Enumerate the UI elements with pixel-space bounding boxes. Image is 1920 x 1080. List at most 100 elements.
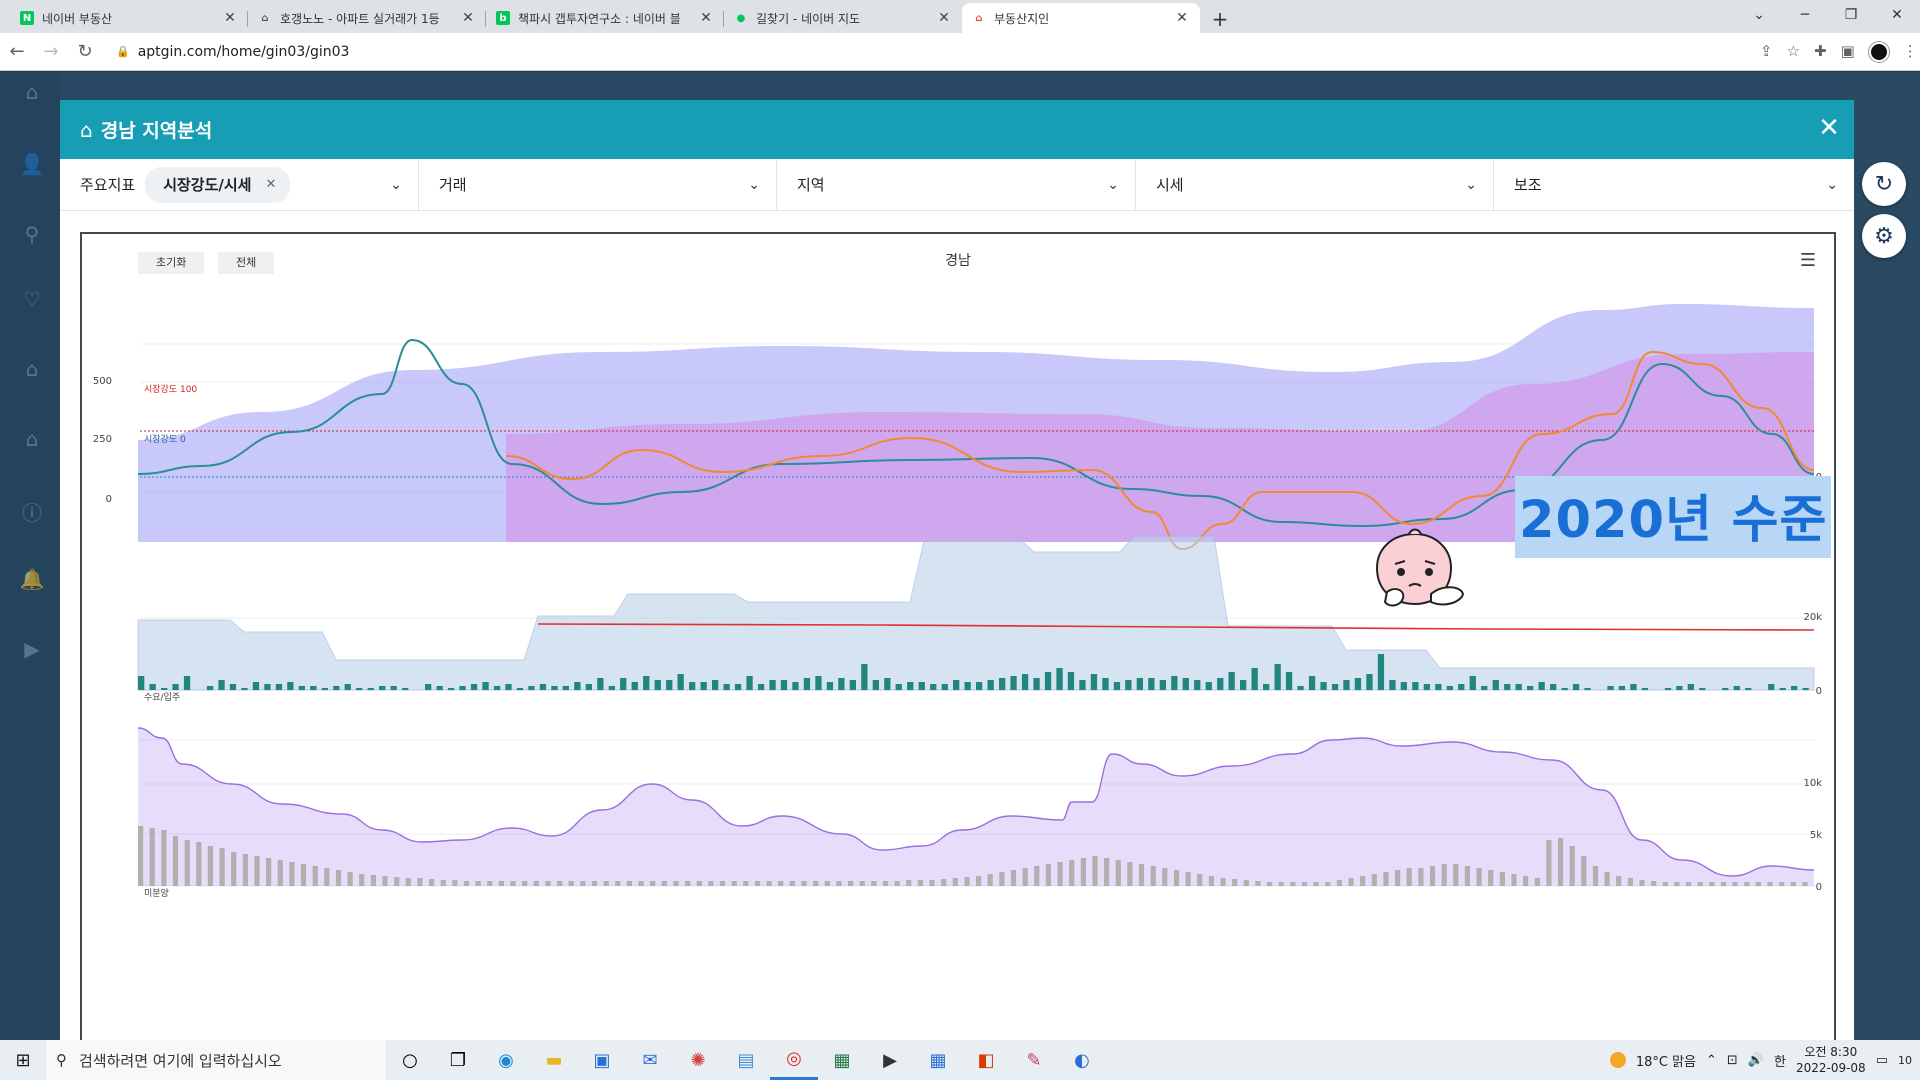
unsold-bar[interactable] (1325, 882, 1331, 886)
supply-bar[interactable] (539, 684, 547, 690)
supply-bar[interactable] (666, 680, 673, 690)
unsold-bar[interactable] (161, 830, 167, 886)
supply-bar[interactable] (1377, 654, 1385, 690)
supply-bar[interactable] (528, 686, 535, 690)
windows-start-icon[interactable]: ⊞ (0, 1050, 46, 1071)
unsold-bar[interactable] (1651, 881, 1657, 886)
supply-bar[interactable] (918, 682, 925, 690)
supply-bar[interactable] (815, 676, 822, 690)
unsold-bar[interactable] (1045, 864, 1051, 886)
unsold-bar[interactable] (999, 872, 1005, 886)
unsold-bar[interactable] (557, 881, 563, 886)
forward-icon[interactable]: → (34, 41, 68, 62)
unsold-bar[interactable] (1488, 870, 1494, 886)
unsold-bar[interactable] (1720, 882, 1727, 886)
main-indicator-select[interactable]: 주요지표 시장강도/시세 ✕ ⌄ (60, 158, 419, 211)
supply-bar[interactable] (1159, 680, 1166, 690)
unsold-bar[interactable] (1441, 864, 1447, 886)
unsold-bar[interactable] (1732, 882, 1738, 886)
supply-bar[interactable] (1274, 664, 1281, 690)
unsold-bar[interactable] (475, 881, 481, 886)
supply-bar[interactable] (631, 682, 638, 690)
unsold-bar[interactable] (1418, 868, 1424, 886)
supply-bar[interactable] (803, 678, 811, 690)
unsold-bar[interactable] (1173, 870, 1180, 886)
unsold-bar[interactable] (452, 880, 458, 886)
supply-bar[interactable] (493, 686, 501, 690)
unsold-bar[interactable] (266, 858, 272, 886)
supply-bar[interactable] (562, 686, 569, 690)
unsold-bar[interactable] (1662, 882, 1668, 886)
supply-bar[interactable] (1285, 672, 1293, 690)
supply-bar[interactable] (1733, 686, 1740, 690)
unsold-bar[interactable] (650, 881, 656, 886)
hamburger-menu-icon[interactable]: ☰ (1800, 250, 1816, 271)
new-tab-button[interactable]: + (1206, 5, 1234, 33)
supply-bar[interactable] (689, 682, 696, 690)
unsold-bar[interactable] (138, 826, 144, 886)
unsold-bar[interactable] (1429, 866, 1436, 886)
unsold-bar[interactable] (941, 879, 947, 886)
unsold-bar[interactable] (1208, 876, 1214, 886)
ime-icon[interactable]: 한 (1774, 1051, 1786, 1070)
supply-bar[interactable] (1768, 684, 1775, 690)
supply-bar[interactable] (1263, 684, 1270, 690)
unsold-bar[interactable] (545, 881, 551, 886)
supply-bar[interactable] (1056, 668, 1063, 690)
unsold-bar[interactable] (207, 846, 213, 886)
supply-bar[interactable] (1802, 688, 1809, 690)
supply-bar[interactable] (1067, 672, 1075, 690)
supply-bar[interactable] (1618, 686, 1626, 690)
unsold-bar[interactable] (370, 875, 376, 886)
supply-bar[interactable] (930, 684, 937, 690)
app-icon[interactable]: ◐ (1058, 1040, 1106, 1080)
unsold-bar[interactable] (1313, 882, 1319, 886)
unsold-bar[interactable] (580, 881, 586, 886)
supply-bar[interactable] (241, 688, 248, 690)
unsold-bar[interactable] (813, 881, 819, 886)
supply-bar[interactable] (1343, 680, 1350, 690)
supply-bar[interactable] (597, 678, 604, 690)
sidebar-item-data[interactable]: ⓘ (8, 497, 56, 528)
supply-bar[interactable] (574, 682, 581, 690)
unsold-bar[interactable] (1592, 866, 1599, 886)
supply-bar[interactable] (333, 686, 340, 690)
unsold-bar[interactable] (754, 881, 761, 886)
unsold-bar[interactable] (1278, 882, 1284, 886)
unsold-bar[interactable] (917, 880, 923, 886)
unsold-bar[interactable] (1022, 868, 1028, 886)
unsold-bar[interactable] (184, 840, 190, 886)
supply-bar[interactable] (907, 682, 914, 690)
notifications-icon[interactable]: ▭ (1876, 1053, 1888, 1068)
unsold-bar[interactable] (1581, 856, 1587, 886)
close-tab-icon[interactable]: ✕ (698, 10, 714, 26)
supply-bar[interactable] (516, 688, 524, 690)
unsold-bar[interactable] (1697, 882, 1703, 886)
supply-bar[interactable] (402, 688, 409, 690)
unsold-bar[interactable] (1627, 878, 1633, 886)
unsold-bar[interactable] (1639, 880, 1645, 886)
unsold-bar[interactable] (1709, 882, 1715, 886)
unsold-bar[interactable] (1779, 882, 1785, 886)
unsold-bar[interactable] (1604, 872, 1610, 886)
supply-bar[interactable] (1561, 688, 1568, 690)
supply-bar[interactable] (1515, 684, 1522, 690)
supply-bar[interactable] (1676, 686, 1683, 690)
unsold-bar[interactable] (1557, 838, 1564, 886)
supply-bar[interactable] (1205, 682, 1212, 690)
supply-bar[interactable] (1366, 674, 1373, 690)
unsold-bar[interactable] (894, 881, 900, 886)
chart-canvas[interactable]: 5002500시장강도 100시장강도 0020k0수요/입주10k5k0미분양 (82, 234, 1834, 1040)
unsold-bar[interactable] (1010, 870, 1017, 886)
supply-bar[interactable] (1607, 686, 1614, 690)
settings-button[interactable]: ⚙ (1862, 214, 1906, 258)
unsold-bar[interactable] (172, 836, 179, 886)
sidepanel-icon[interactable]: ▣ (1841, 42, 1855, 62)
unsold-bar[interactable] (429, 879, 435, 886)
supply-bar[interactable] (1320, 682, 1327, 690)
unsold-bar[interactable] (1406, 868, 1412, 886)
unsold-bar[interactable] (1057, 862, 1063, 886)
unsold-bar[interactable] (1127, 862, 1133, 886)
unsold-bar[interactable] (987, 874, 993, 886)
unsold-bar[interactable] (1255, 881, 1261, 886)
